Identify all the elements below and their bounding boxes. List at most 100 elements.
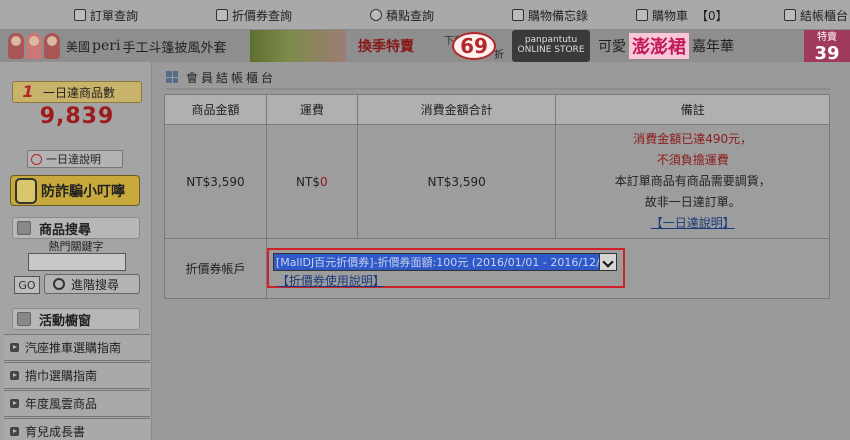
advanced-search-button[interactable]: 進階搜尋: [44, 274, 140, 294]
banner-brand-name: peri: [92, 38, 121, 54]
table-row: NT$3,590 NT$0 NT$3,590 消費金額已達490元， 不須負擔運…: [164, 124, 830, 239]
fraud-tips-button[interactable]: 防詐騙小叮嚀: [10, 175, 140, 206]
express-count: 9,839: [39, 104, 115, 129]
nav-cart[interactable]: 購物車 【0】: [636, 0, 728, 30]
cell-total: NT$3,590: [356, 124, 557, 239]
sidebar-item-stroller-guide[interactable]: 汽座推車選購指南: [4, 334, 150, 361]
nav-points-query[interactable]: 積點查詢: [370, 0, 434, 30]
cell-note: 消費金額已達490元， 不須負擔運費 本訂單商品有商品需要調貨， 故非一日達訂單…: [555, 124, 830, 239]
nav-points-query-label: 積點查詢: [386, 8, 435, 23]
banner-kids-image: [8, 30, 60, 62]
points-icon: [370, 9, 382, 21]
sidebar-item-annual-products[interactable]: 年度風雲商品: [4, 390, 150, 417]
coupon-cell: [MallDJ百元折價券]-折價券面額:100元 (2016/01/01 - 2…: [265, 238, 831, 299]
sidebar-item-growth-book[interactable]: 育兒成長書: [4, 418, 150, 440]
shipping-prefix: NT$: [296, 174, 320, 189]
banner-photo: [250, 30, 346, 62]
arrow-icon: [10, 343, 19, 352]
promo-banner[interactable]: 美國 peri 手工斗篷披風外套 換季特賣 下殺 69 折 panpantutu…: [0, 30, 850, 62]
banner-sale-title: 換季特賣: [358, 39, 414, 55]
header-total: 消費金額合計: [356, 94, 557, 125]
shipping-value: 0: [320, 174, 328, 189]
arrow-icon: [10, 371, 19, 380]
sidebar-item-label: 汽座推車選購指南: [25, 341, 122, 355]
checkout-main: 會員結帳櫃台 商品金額 運費 消費金額合計 備註 NT$3,590 NT$0 N…: [152, 62, 850, 440]
checkout-table: 商品金額 運費 消費金額合計 備註 NT$3,590 NT$0 NT$3,590…: [164, 94, 831, 299]
express-help-label: 一日達說明: [46, 153, 101, 166]
advanced-search-label: 進階搜尋: [71, 277, 120, 292]
coupon-selected-value: [MallDJ百元折價券]-折價券面額:100元 (2016/01/01 - 2…: [275, 256, 619, 269]
banner-skirt-suffix: 嘉年華: [692, 39, 734, 55]
fraud-tips-label: 防詐騙小叮嚀: [41, 183, 125, 200]
memo-icon: [512, 9, 524, 21]
banner-brand-prefix: 美國: [66, 39, 91, 54]
nav-memo[interactable]: 購物備忘錄: [512, 0, 588, 30]
coupon-row: 折價券帳戶 [MallDJ百元折價券]-折價券面額:100元 (2016/01/…: [164, 238, 831, 299]
banner-skirt-prefix: 可愛: [598, 39, 626, 55]
nav-checkout-label: 結帳櫃台: [800, 8, 849, 23]
note-line3: 本訂單商品有商品需要調貨，: [614, 174, 771, 188]
nav-order-query-label: 訂單查詢: [90, 8, 139, 23]
left-sidebar: 1 一日達商品數 9,839 一日達說明 防詐騙小叮嚀 商品搜尋 熱門關鍵字 G…: [0, 62, 152, 440]
banner-sale39-num: 39: [814, 43, 840, 62]
banner-sale[interactable]: 換季特賣 下殺 69 折: [358, 30, 504, 62]
header-shipping: 運費: [265, 94, 358, 125]
nav-cart-label: 購物車: [652, 8, 689, 23]
coupon-icon: [216, 9, 228, 21]
note-line2: 不須負擔運費: [656, 153, 729, 167]
page-title: 會員結帳櫃台: [166, 66, 830, 90]
events-section-label: 活動櫥窗: [39, 313, 92, 329]
banner-skirt-name: 澎澎裙: [629, 33, 689, 59]
nav-coupon-query[interactable]: 折價券查詢: [216, 0, 292, 30]
nav-checkout[interactable]: 結帳櫃台: [784, 0, 848, 30]
nav-cart-count: 【0】: [696, 8, 728, 23]
banner-sale39-label: 特賣: [817, 32, 837, 43]
checkout-icon: [784, 9, 796, 21]
search-icon: [53, 278, 65, 290]
table-header-row: 商品金額 運費 消費金額合計 備註: [164, 94, 830, 125]
banner-sale39[interactable]: 特賣 39: [804, 30, 850, 62]
events-section-header: 活動櫥窗: [12, 308, 140, 330]
coupon-label: 折價券帳戶: [164, 238, 267, 299]
coupon-select[interactable]: [MallDJ百元折價券]-折價券面額:100元 (2016/01/01 - 2…: [272, 253, 619, 271]
express-label: 一日達商品數: [43, 85, 116, 100]
header-note: 備註: [555, 94, 830, 125]
express-help-link[interactable]: 一日達說明: [27, 150, 123, 168]
nav-memo-label: 購物備忘錄: [528, 8, 589, 23]
arrow-icon: [10, 399, 19, 408]
circle-icon: [31, 153, 42, 165]
express-icon: 1: [22, 82, 34, 101]
express-badge[interactable]: 1 一日達商品數: [12, 81, 142, 103]
banner-skirt[interactable]: 可愛 澎澎裙 嘉年華: [598, 30, 734, 62]
nav-coupon-query-label: 折價券查詢: [232, 8, 293, 23]
note-line1: 消費金額已達490元，: [633, 132, 753, 146]
sidebar-item-label: 年度風雲商品: [25, 397, 98, 411]
search-section-header: 商品搜尋: [12, 217, 140, 239]
section-icon: [17, 312, 31, 326]
express-help-note-link[interactable]: 【一日達說明】: [556, 213, 829, 234]
banner-sale-discount: 69: [452, 32, 496, 60]
nav-order-query[interactable]: 訂單查詢: [74, 0, 138, 30]
banner-sale-unit: 折: [494, 50, 504, 61]
cell-amount: NT$3,590: [164, 124, 267, 239]
sidebar-item-carrier-guide[interactable]: 揹巾選購指南: [4, 362, 150, 389]
phone-icon: [15, 177, 37, 204]
go-button[interactable]: GO: [14, 276, 40, 294]
banner-store-logo[interactable]: panpantutu ONLINE STORE: [512, 30, 590, 62]
coupon-highlight: [MallDJ百元折價券]-折價券面額:100元 (2016/01/01 - 2…: [266, 248, 625, 289]
banner-peri[interactable]: 美國 peri 手工斗篷披風外套: [66, 30, 226, 62]
arrow-icon: [10, 427, 19, 436]
banner-store-sub: ONLINE STORE: [517, 45, 585, 55]
coupon-help-link[interactable]: 【折價券使用說明】: [277, 272, 385, 289]
header-amount: 商品金額: [164, 94, 267, 125]
document-icon: [74, 9, 86, 21]
sidebar-item-label: 育兒成長書: [25, 425, 86, 439]
keyword-label: 熱門關鍵字: [48, 240, 104, 253]
sidebar-item-label: 揹巾選購指南: [25, 369, 98, 383]
note-line4: 故非一日達訂單。: [644, 195, 741, 209]
keyword-input[interactable]: [28, 253, 126, 271]
grid-icon: [166, 71, 178, 83]
page-title-label: 會員結帳櫃台: [186, 70, 277, 85]
section-icon: [17, 221, 31, 235]
chevron-down-icon[interactable]: [598, 253, 617, 271]
